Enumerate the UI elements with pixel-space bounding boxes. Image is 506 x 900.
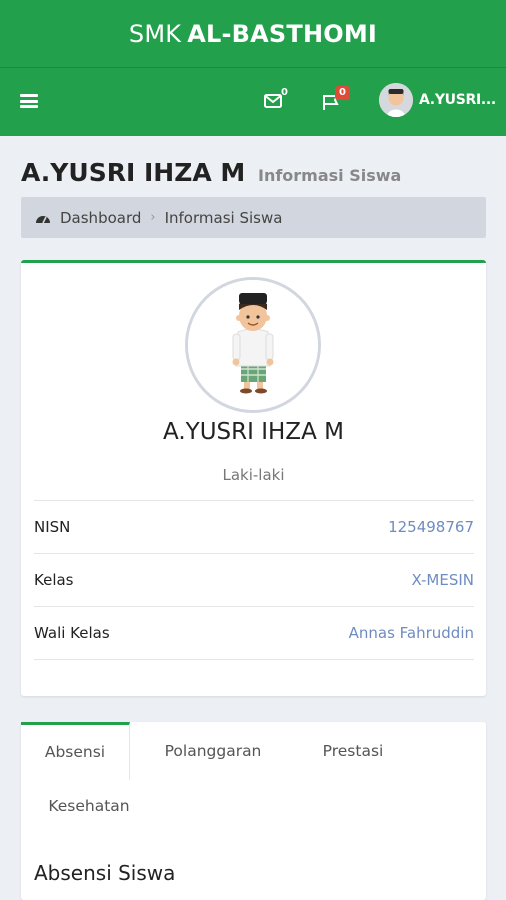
student-avatar — [185, 277, 321, 413]
tab-polanggaran[interactable]: Polanggaran — [143, 722, 283, 780]
student-info-list: NISN 125498767 Kelas X-MESIN Wali Kelas … — [34, 500, 474, 660]
breadcrumb: Dashboard › Informasi Siswa — [21, 197, 486, 238]
list-item: Wali Kelas Annas Fahruddin — [34, 607, 474, 660]
info-value[interactable]: 125498767 — [388, 518, 474, 536]
brand-name: AL-BASTHOMI — [187, 19, 378, 48]
user-name: A.YUSRI... — [419, 92, 496, 108]
info-value[interactable]: Annas Fahruddin — [349, 624, 474, 642]
sidebar-toggle-icon[interactable] — [20, 94, 38, 108]
content-header: A.YUSRI IHZA M Informasi Siswa — [21, 158, 486, 187]
tab-absensi[interactable]: Absensi — [21, 722, 130, 780]
tab-content-title: Absensi Siswa — [34, 861, 176, 885]
navbar-row: 0 0 A.YUSRI... — [0, 68, 506, 136]
messages-badge: 0 — [281, 87, 288, 98]
profile-card: A.YUSRI IHZA M Laki-laki NISN 125498767 … — [21, 260, 486, 696]
tab-bar: Absensi Polanggaran Prestasi — [21, 722, 486, 780]
envelope-icon — [264, 94, 282, 108]
list-item: Kelas X-MESIN — [34, 554, 474, 607]
user-avatar — [379, 83, 413, 117]
tab-prestasi[interactable]: Prestasi — [304, 722, 402, 780]
messages-button[interactable]: 0 — [262, 87, 288, 114]
brand-prefix: SMK — [128, 19, 182, 48]
tab-bar-row-2: Kesehatan — [21, 780, 486, 832]
page-subtitle: Informasi Siswa — [257, 166, 402, 185]
student-gender: Laki-laki — [222, 466, 285, 484]
tab-kesehatan[interactable]: Kesehatan — [29, 780, 149, 832]
breadcrumb-separator-icon: › — [150, 210, 156, 225]
notifications-badge: 0 — [335, 86, 350, 100]
breadcrumb-dashboard-link[interactable]: Dashboard — [60, 209, 141, 227]
info-label: NISN — [34, 518, 71, 536]
top-navbar: SMK AL-BASTHOMI 0 0 A.YUSRI... — [0, 0, 506, 136]
list-item: NISN 125498767 — [34, 501, 474, 554]
student-name: A.YUSRI IHZA M — [163, 419, 344, 445]
breadcrumb-current: Informasi Siswa — [164, 208, 283, 227]
page-title: A.YUSRI IHZA M Informasi Siswa — [21, 158, 486, 187]
info-value[interactable]: X-MESIN — [411, 571, 474, 589]
info-label: Wali Kelas — [34, 624, 110, 642]
info-label: Kelas — [34, 571, 74, 589]
tabs-card: Absensi Polanggaran Prestasi Kesehatan A… — [21, 722, 486, 900]
notifications-button[interactable]: 0 — [320, 86, 350, 114]
brand-logo[interactable]: SMK AL-BASTHOMI — [0, 0, 506, 68]
user-menu[interactable]: A.YUSRI... — [379, 83, 496, 117]
dashboard-icon — [36, 215, 50, 223]
page-title-text: A.YUSRI IHZA M — [21, 158, 246, 187]
